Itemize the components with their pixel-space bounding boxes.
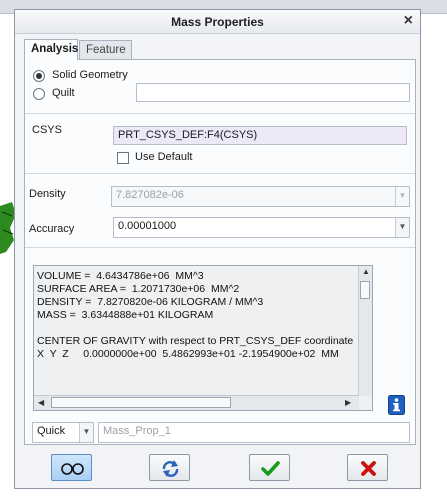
analysis-panel: Solid Geometry Quilt CSYS PRT_CSYS_DEF:F… (24, 59, 416, 445)
result-line-cog-values: X Y Z 0.0000000e+00 5.4862993e+01 -2.195… (37, 348, 339, 360)
result-line-density: DENSITY = 7.8270820e-06 KILOGRAM / MM^3 (37, 296, 264, 308)
density-field: 7.827082e-06 ▼ (111, 186, 410, 207)
result-line-surface-area: SURFACE AREA = 1.2071730e+06 MM^2 (37, 283, 240, 295)
accuracy-value: 0.00001000 (118, 220, 177, 232)
quilt-radio[interactable] (33, 88, 45, 100)
chevron-down-icon[interactable]: ▼ (79, 423, 93, 442)
chevron-down-icon[interactable]: ▼ (395, 218, 409, 237)
tab-feature[interactable]: Feature (79, 40, 132, 60)
horizontal-scrollbar[interactable]: ◀ ▶ (34, 395, 359, 410)
title-bar[interactable]: Mass Properties × (15, 10, 420, 34)
quilt-label: Quilt (52, 87, 75, 99)
recompute-arrows-icon (162, 460, 179, 477)
glasses-icon (61, 463, 84, 475)
vertical-scrollbar[interactable]: ▲ (358, 266, 372, 396)
density-value: 7.827082e-06 (116, 189, 184, 201)
ok-button[interactable] (249, 454, 290, 481)
mass-properties-dialog: Mass Properties × Analysis Feature Solid… (14, 9, 421, 489)
cancel-button[interactable] (347, 454, 388, 481)
x-icon (361, 461, 376, 476)
tab-analysis[interactable]: Analysis (24, 39, 78, 60)
close-icon[interactable]: × (404, 12, 413, 30)
analysis-name-field[interactable]: Mass_Prop_1 (98, 422, 410, 443)
result-line-cog-title: CENTER OF GRAVITY with respect to PRT_CS… (37, 335, 354, 347)
dialog-title: Mass Properties (171, 15, 264, 29)
chevron-down-icon: ▼ (395, 187, 409, 206)
accuracy-field[interactable]: 0.00001000 ▼ (113, 217, 410, 238)
scroll-up-icon[interactable]: ▲ (362, 267, 370, 276)
divider (25, 113, 415, 114)
results-text-area[interactable]: VOLUME = 4.6434786e+06 MM^3 SURFACE AREA… (33, 265, 373, 411)
scroll-left-icon[interactable]: ◀ (38, 398, 44, 407)
solid-geometry-radio[interactable] (33, 70, 45, 82)
divider (25, 173, 415, 174)
result-line-mass: MASS = 3.6344888e+01 KILOGRAM (37, 309, 214, 321)
quilt-selector-field[interactable] (136, 83, 410, 102)
use-default-label: Use Default (135, 151, 193, 163)
divider (25, 247, 415, 248)
recompute-button[interactable] (149, 454, 190, 481)
result-line-volume: VOLUME = 4.6434786e+06 MM^3 (37, 270, 204, 282)
info-icon[interactable] (388, 395, 405, 415)
csys-selector-field[interactable]: PRT_CSYS_DEF:F4(CSYS) (113, 126, 407, 145)
density-label: Density (29, 188, 66, 200)
checkmark-icon (261, 461, 280, 476)
csys-label: CSYS (32, 124, 62, 136)
use-default-checkbox[interactable] (117, 152, 129, 164)
vertical-scroll-thumb[interactable] (360, 281, 370, 299)
horizontal-scroll-thumb[interactable] (51, 397, 231, 408)
accuracy-label: Accuracy (29, 223, 75, 235)
save-mode-value: Quick (37, 425, 66, 437)
save-mode-select[interactable]: Quick ▼ (32, 422, 94, 443)
scroll-right-icon[interactable]: ▶ (345, 398, 351, 407)
preview-button[interactable] (51, 454, 92, 481)
solid-geometry-label: Solid Geometry (52, 69, 128, 81)
